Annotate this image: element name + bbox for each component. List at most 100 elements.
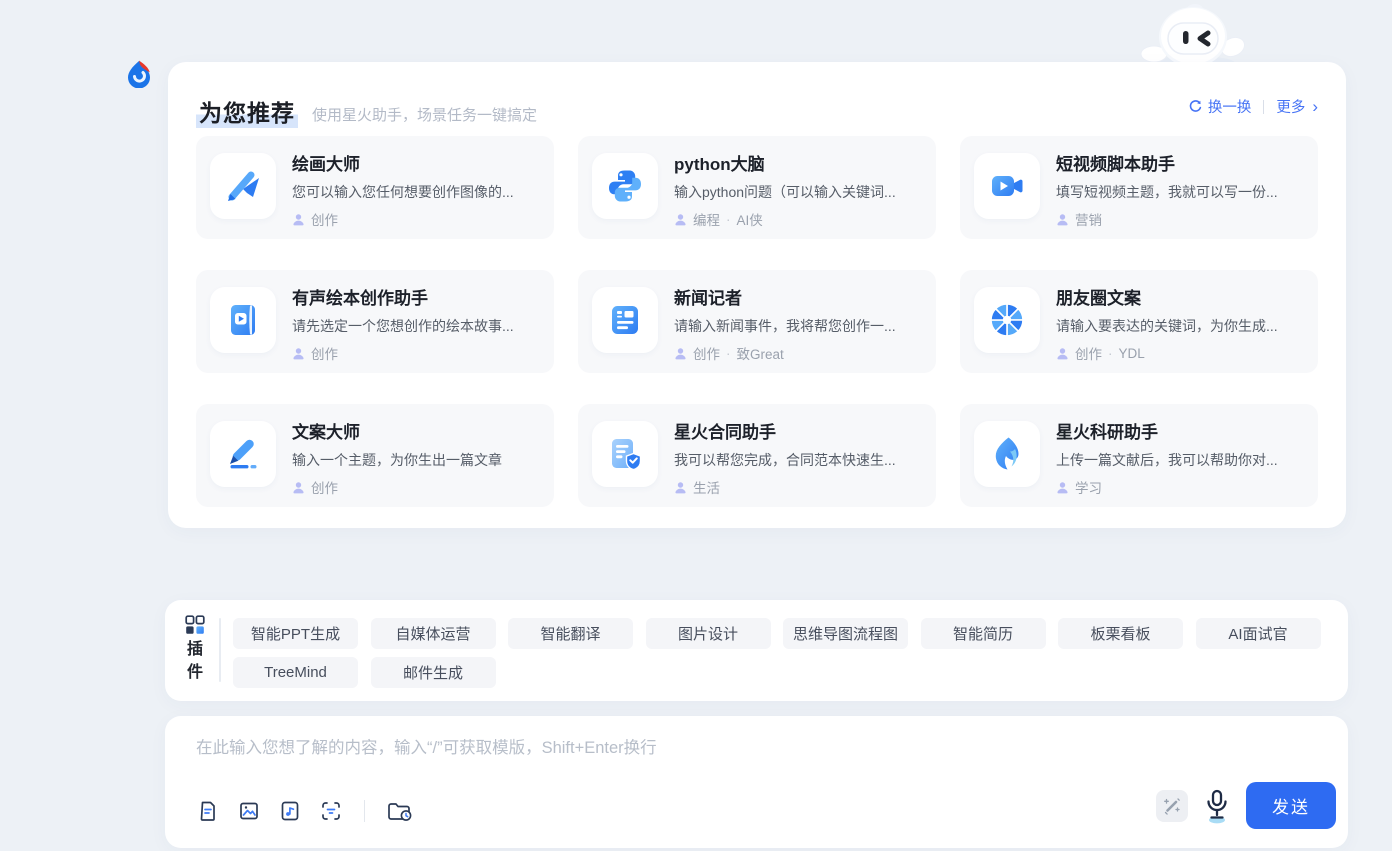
card-author: 致Great [737, 343, 784, 363]
card-desc: 请先选定一个您想创作的绘本故事... [292, 316, 514, 336]
card-category: 学习 [1075, 477, 1102, 497]
card-category: 营销 [1075, 209, 1102, 229]
plugin-chip-translate[interactable]: 智能翻译 [508, 618, 633, 649]
plugin-chip-email[interactable]: 邮件生成 [371, 657, 496, 688]
composer-panel: 发送 [165, 716, 1348, 848]
card-desc: 输入一个主题，为你生出一篇文章 [292, 450, 502, 470]
recommendations-header: 为您推荐 使用星火助手，场景任务一键搞定 [196, 94, 537, 128]
chevron-right-icon: › [1312, 100, 1318, 114]
person-icon [292, 213, 305, 226]
newspaper-icon [592, 287, 658, 353]
card-desc: 我可以帮您完成，合同范本快速生... [674, 450, 896, 470]
card-desc: 上传一篇文献后，我可以帮助你对... [1056, 450, 1278, 470]
scan-text-icon [319, 799, 343, 823]
card-title: 朋友圈文案 [1056, 288, 1278, 310]
card-desc: 输入python问题（可以输入关键词... [674, 182, 896, 202]
pencil-icon [210, 421, 276, 487]
plugins-divider [219, 618, 221, 682]
person-icon [292, 347, 305, 360]
meta-separator: · [726, 212, 731, 227]
attach-audio-button[interactable] [277, 798, 303, 824]
card-contract-assistant[interactable]: 星火合同助手 我可以帮您完成，合同范本快速生... 生活 · [578, 404, 936, 507]
card-author: YDL [1119, 346, 1145, 361]
person-icon [674, 481, 687, 494]
attach-image-button[interactable] [236, 798, 262, 824]
assistant-card-grid: 绘画大师 您可以输入您任何想要创作图像的... 创作 · [196, 136, 1318, 507]
refresh-button[interactable]: 换一换 [1188, 96, 1252, 117]
card-category: 创作 [311, 343, 338, 363]
card-desc: 请输入新闻事件，我将帮您创作一... [674, 316, 896, 336]
plugin-chip-ai-interview[interactable]: AI面试官 [1196, 618, 1321, 649]
plugins-label: 插件 [187, 638, 204, 684]
document-icon [196, 799, 220, 823]
plugins-panel: 插件 智能PPT生成 自媒体运营 智能翻译 图片设计 思维导图流程图 智能简历 … [165, 600, 1348, 701]
card-python-brain[interactable]: python大脑 输入python问题（可以输入关键词... 编程 · AI侠 [578, 136, 936, 239]
card-title: 新闻记者 [674, 288, 896, 310]
microphone-button[interactable] [1203, 787, 1231, 825]
plugin-chip-media[interactable]: 自媒体运营 [371, 618, 496, 649]
ocr-scan-button[interactable] [318, 798, 344, 824]
spark-flame-icon [974, 421, 1040, 487]
person-icon [292, 481, 305, 494]
card-desc: 您可以输入您任何想要创作图像的... [292, 182, 514, 202]
card-research-assistant[interactable]: 星火科研助手 上传一篇文献后，我可以帮助你对... 学习 · [960, 404, 1318, 507]
send-button[interactable]: 发送 [1246, 782, 1336, 829]
card-title: 有声绘本创作助手 [292, 288, 514, 310]
folder-history-icon [386, 799, 414, 823]
plugin-chip-resume[interactable]: 智能简历 [921, 618, 1046, 649]
plugin-chip-mindmap[interactable]: 思维导图流程图 [783, 618, 908, 649]
card-title: 星火合同助手 [674, 422, 896, 444]
plugin-chip-image-design[interactable]: 图片设计 [646, 618, 771, 649]
paint-brush-icon [210, 153, 276, 219]
image-icon [237, 799, 261, 823]
plugin-chip-list: 智能PPT生成 自媒体运营 智能翻译 图片设计 思维导图流程图 智能简历 板栗看… [233, 618, 1333, 688]
card-audio-picture-book[interactable]: 有声绘本创作助手 请先选定一个您想创作的绘本故事... 创作 · [196, 270, 554, 373]
plugin-chip-treemind[interactable]: TreeMind [233, 657, 358, 688]
card-title: 绘画大师 [292, 154, 514, 176]
more-label: 更多 [1276, 96, 1305, 117]
card-desc: 请输入要表达的关键词，为你生成... [1056, 316, 1278, 336]
person-icon [1056, 347, 1069, 360]
card-news-reporter[interactable]: 新闻记者 请输入新闻事件，我将帮您创作一... 创作 · 致Great [578, 270, 936, 373]
card-moments-copywriting[interactable]: 朋友圈文案 请输入要表达的关键词，为你生成... 创作 · YDL [960, 270, 1318, 373]
file-history-button[interactable] [385, 798, 415, 824]
meta-separator: · [1108, 346, 1113, 361]
card-category: 编程 [693, 209, 720, 229]
recommendations-panel: 为您推荐 使用星火助手，场景任务一键搞定 换一换 更多 › [168, 62, 1346, 528]
python-icon [592, 153, 658, 219]
plugin-chip-ppt[interactable]: 智能PPT生成 [233, 618, 358, 649]
attach-document-button[interactable] [195, 798, 221, 824]
refresh-icon [1188, 99, 1203, 114]
iflytek-logo[interactable] [124, 58, 154, 88]
card-short-video-script[interactable]: 短视频脚本助手 填写短视频主题，我就可以写一份... 营销 · [960, 136, 1318, 239]
card-category: 创作 [693, 343, 720, 363]
card-title: python大脑 [674, 154, 896, 176]
toolbar-divider [364, 800, 365, 822]
magic-wand-button[interactable] [1156, 790, 1188, 822]
microphone-icon [1203, 787, 1231, 825]
plugin-chip-banli[interactable]: 板栗看板 [1058, 618, 1183, 649]
person-icon [1056, 481, 1069, 494]
contract-shield-icon [592, 421, 658, 487]
person-icon [674, 347, 687, 360]
card-title: 文案大师 [292, 422, 502, 444]
card-copywriting-master[interactable]: 文案大师 输入一个主题，为你生出一篇文章 创作 · [196, 404, 554, 507]
more-button[interactable]: 更多 › [1276, 96, 1318, 117]
card-painting-master[interactable]: 绘画大师 您可以输入您任何想要创作图像的... 创作 · [196, 136, 554, 239]
card-category: 创作 [1075, 343, 1102, 363]
card-author: AI侠 [737, 209, 763, 229]
audio-book-icon [210, 287, 276, 353]
message-input[interactable] [196, 737, 1176, 781]
header-divider [1263, 100, 1264, 114]
robot-mascot [1138, 2, 1248, 66]
card-desc: 填写短视频主题，我就可以写一份... [1056, 182, 1278, 202]
person-icon [1056, 213, 1069, 226]
card-title: 星火科研助手 [1056, 422, 1278, 444]
person-icon [674, 213, 687, 226]
video-camera-icon [974, 153, 1040, 219]
plugins-grid-icon [185, 615, 205, 635]
audio-file-icon [278, 799, 302, 823]
card-category: 生活 [693, 477, 720, 497]
card-title: 短视频脚本助手 [1056, 154, 1278, 176]
page-subtitle: 使用星火助手，场景任务一键搞定 [312, 104, 537, 128]
